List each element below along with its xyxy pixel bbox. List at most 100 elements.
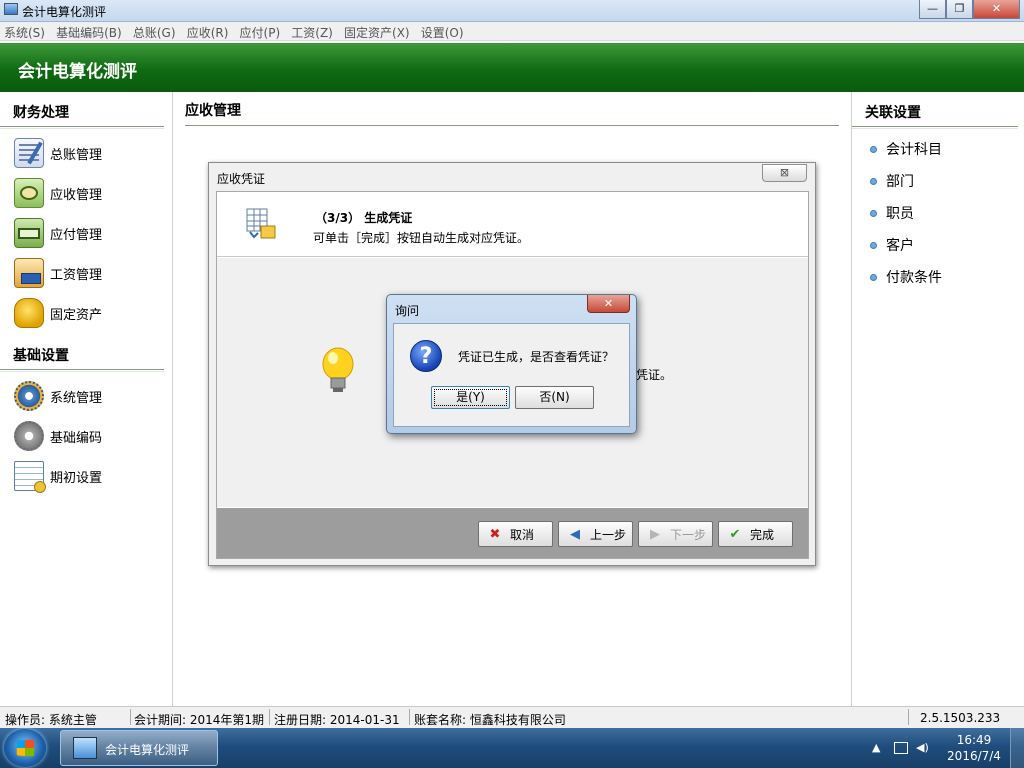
menu-fixed-assets[interactable]: 固定资产(X) <box>340 22 414 41</box>
app-icon <box>4 3 18 15</box>
wizard-title: 应收凭证 <box>217 172 266 186</box>
status-separator <box>908 709 909 725</box>
gear-gray-icon <box>14 421 44 451</box>
menu-payable[interactable]: 应付(P) <box>236 22 285 41</box>
menu-system[interactable]: 系统(S) <box>0 22 49 41</box>
left-nav-pane: 财务处理 总账管理 应收管理 应付管理 工资管理 固定资产 基础设置 系统管理 <box>0 92 173 706</box>
menu-receivable[interactable]: 应收(R) <box>183 22 233 41</box>
cancel-label: 取消 <box>510 527 535 542</box>
link-payment-terms[interactable]: 付款条件 <box>852 261 1024 293</box>
menu-bar: 系统(S) 基础编码(B) 总账(G) 应收(R) 应付(P) 工资(Z) 固定… <box>0 22 1024 41</box>
menu-settings[interactable]: 设置(O) <box>417 22 468 41</box>
fixed-asset-icon <box>14 298 44 328</box>
status-period: 会计期间: 2014年第1期 <box>134 713 265 727</box>
link-label: 付款条件 <box>886 270 942 286</box>
confirm-close-button[interactable]: ✕ <box>587 295 630 313</box>
link-customers[interactable]: 客户 <box>852 229 1024 261</box>
gear-icon <box>14 381 44 411</box>
nav-label-basic-codes: 基础编码 <box>50 430 103 446</box>
monitor-icon <box>73 737 97 759</box>
bullet-icon <box>870 177 877 185</box>
finish-button[interactable]: ✔ 完成 <box>718 521 793 547</box>
check-icon: ✔ <box>729 526 741 542</box>
nav-label-ledger: 总账管理 <box>50 147 103 163</box>
taskbar-app-label: 会计电算化测评 <box>105 743 190 757</box>
window-controls: — ❐ ✕ <box>919 0 1020 19</box>
status-version: 2.5.1503.233 <box>920 711 1001 725</box>
taskbar: 会计电算化测评 ▲ ◀) 16:49 2016/7/4 <box>0 728 1024 768</box>
menu-payroll[interactable]: 工资(Z) <box>287 22 337 41</box>
link-employees[interactable]: 职员 <box>852 197 1024 229</box>
section-basic-heading: 基础设置 <box>0 345 164 372</box>
receivable-icon <box>14 178 44 208</box>
lightbulb-icon <box>321 347 355 395</box>
status-operator: 操作员: 系统主管 <box>5 713 97 727</box>
confirm-content: ? 凭证已生成，是否查看凭证？ 是(Y) 否(N) <box>393 323 630 427</box>
page-title: 应收管理 <box>185 103 241 119</box>
yes-button[interactable]: 是(Y) <box>431 386 510 409</box>
nav-item-payable[interactable]: 应付管理 <box>0 213 172 253</box>
link-label: 部门 <box>886 174 914 190</box>
close-button[interactable]: ✕ <box>973 0 1020 19</box>
title-divider <box>185 125 839 126</box>
clock[interactable]: 16:49 2016/7/4 <box>942 732 1006 764</box>
wizard-footer: ✖ 取消 ◀ 上一步 ▶ 下一步 ✔ 完成 <box>217 508 808 558</box>
nav-label-receivable: 应收管理 <box>50 187 103 203</box>
start-button[interactable] <box>4 729 46 767</box>
cancel-button[interactable]: ✖ 取消 <box>478 521 553 547</box>
finish-label: 完成 <box>750 527 775 542</box>
maximize-button[interactable]: ❐ <box>946 0 973 19</box>
nav-label-opening-setup: 期初设置 <box>50 470 103 486</box>
arrow-left-icon: ◀ <box>570 526 580 542</box>
link-label: 客户 <box>886 238 914 254</box>
nav-item-basic-codes[interactable]: 基础编码 <box>0 416 172 456</box>
next-button[interactable]: ▶ 下一步 <box>638 521 713 547</box>
x-icon: ✖ <box>489 526 501 542</box>
nav-item-opening-setup[interactable]: 期初设置 <box>0 456 172 496</box>
ledger-icon <box>14 138 44 168</box>
confirm-message: 凭证已生成，是否查看凭证？ <box>458 350 615 364</box>
spreadsheet-icon <box>14 461 46 493</box>
link-label: 职员 <box>886 206 914 222</box>
question-icon: ? <box>410 340 442 372</box>
nav-label-fixed-assets: 固定资产 <box>50 307 103 323</box>
volume-icon[interactable]: ◀) <box>916 741 929 754</box>
app-banner: 会计电算化测评 <box>0 43 1024 92</box>
status-separator <box>130 709 131 725</box>
nav-item-fixed-assets[interactable]: 固定资产 <box>0 293 172 333</box>
wizard-header: （3/3） 生成凭证 可单击［完成］按钮自动生成对应凭证。 <box>217 192 808 257</box>
menu-general-ledger[interactable]: 总账(G) <box>129 22 180 41</box>
clock-date: 2016/7/4 <box>947 749 1001 763</box>
menu-basic-codes[interactable]: 基础编码(B) <box>52 22 126 41</box>
payroll-icon <box>14 258 44 288</box>
minimize-button[interactable]: — <box>919 0 946 19</box>
no-button[interactable]: 否(N) <box>515 386 594 409</box>
tray-expand-icon[interactable]: ▲ <box>872 741 880 754</box>
link-label: 会计科目 <box>886 142 942 158</box>
wizard-step-description: 可单击［完成］按钮自动生成对应凭证。 <box>313 231 530 245</box>
payable-icon <box>14 218 44 248</box>
bullet-icon <box>870 145 877 153</box>
confirm-dialog: 询问 ✕ ? 凭证已生成，是否查看凭证？ 是(Y) 否(N) <box>386 294 637 434</box>
window-titlebar[interactable]: 会计电算化测评 — ❐ ✕ <box>0 0 1024 22</box>
status-company: 账套名称: 恒鑫科技有限公司 <box>414 713 566 727</box>
show-desktop-button[interactable] <box>1010 728 1024 768</box>
nav-item-payroll[interactable]: 工资管理 <box>0 253 172 293</box>
taskbar-app-button[interactable]: 会计电算化测评 <box>60 730 218 766</box>
network-icon[interactable] <box>894 742 908 754</box>
nav-item-system-admin[interactable]: 系统管理 <box>0 376 172 416</box>
system-tray: ▲ ◀) 16:49 2016/7/4 <box>854 728 1024 768</box>
nav-item-receivable[interactable]: 应收管理 <box>0 173 172 213</box>
section-finance-heading: 财务处理 <box>0 102 164 129</box>
nav-label-system-admin: 系统管理 <box>50 390 103 406</box>
nav-label-payable: 应付管理 <box>50 227 103 243</box>
link-accounts[interactable]: 会计科目 <box>852 133 1024 165</box>
status-bar: 操作员: 系统主管 会计期间: 2014年第1期 注册日期: 2014-01-3… <box>0 706 1024 728</box>
prev-button[interactable]: ◀ 上一步 <box>558 521 633 547</box>
nav-item-ledger[interactable]: 总账管理 <box>0 133 172 173</box>
status-separator <box>409 709 410 725</box>
window-title: 会计电算化测评 <box>22 5 107 19</box>
link-departments[interactable]: 部门 <box>852 165 1024 197</box>
bullet-icon <box>870 273 877 281</box>
wizard-close-button[interactable]: ⊠ <box>762 164 807 182</box>
